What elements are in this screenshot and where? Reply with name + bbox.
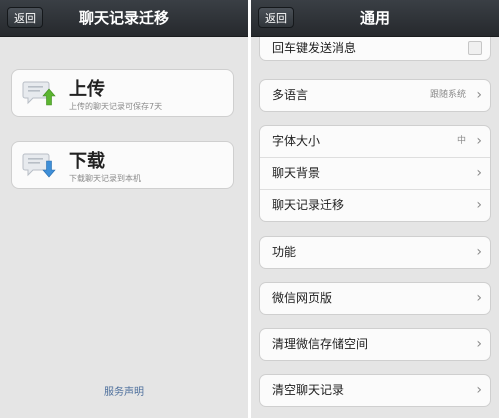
setting-row-language[interactable]: 多语言 跟随系统 ›: [260, 80, 490, 111]
download-button[interactable]: 下载 下载聊天记录到本机: [11, 141, 234, 189]
setting-row-clear-history[interactable]: 清空聊天记录 ›: [260, 375, 490, 406]
setting-label: 字体大小: [272, 134, 321, 148]
setting-value: 跟随系统: [429, 90, 466, 100]
setting-value: 中: [456, 136, 466, 146]
chevron-right-icon: ›: [476, 87, 482, 103]
checkbox-icon[interactable]: [468, 41, 482, 55]
setting-label: 清理微信存储空间: [272, 337, 369, 351]
settings-group-history: 清空聊天记录 ›: [259, 374, 491, 407]
chevron-right-icon: ›: [476, 197, 482, 213]
setting-label: 聊天背景: [272, 166, 321, 180]
service-statement-link[interactable]: 服务声明: [0, 383, 248, 398]
setting-label: 聊天记录迁移: [272, 198, 345, 212]
upload-button[interactable]: 上传 上传的聊天记录可保存7天: [11, 69, 234, 117]
setting-row-web-version[interactable]: 微信网页版 ›: [260, 283, 490, 314]
upload-chat-icon: [22, 81, 56, 106]
settings-group-language: 多语言 跟随系统 ›: [259, 79, 491, 112]
download-description: 下载聊天记录到本机: [69, 174, 141, 183]
back-button[interactable]: 返回: [7, 7, 43, 28]
setting-row-features[interactable]: 功能 ›: [260, 237, 490, 268]
chevron-right-icon: ›: [476, 133, 482, 149]
setting-label: 微信网页版: [272, 291, 333, 305]
settings-group-display: 字体大小 中 › 聊天背景 › 聊天记录迁移 ›: [259, 125, 491, 222]
title-bar: 返回 聊天记录迁移: [0, 0, 248, 37]
setting-row-chat-background[interactable]: 聊天背景 ›: [260, 157, 490, 189]
upload-description: 上传的聊天记录可保存7天: [69, 102, 163, 111]
upload-title: 上传: [69, 79, 105, 100]
chevron-right-icon: ›: [476, 382, 482, 398]
settings-group-features: 功能 ›: [259, 236, 491, 269]
back-button[interactable]: 返回: [258, 7, 294, 28]
title-bar: 返回 通用: [251, 0, 499, 37]
setting-row-font-size[interactable]: 字体大小 中 ›: [260, 126, 490, 157]
download-title: 下载: [69, 151, 105, 172]
download-chat-icon: [22, 153, 56, 178]
setting-row-chat-migration[interactable]: 聊天记录迁移 ›: [260, 189, 490, 221]
settings-group-web: 微信网页版 ›: [259, 282, 491, 315]
setting-label: 功能: [272, 245, 297, 259]
chevron-right-icon: ›: [476, 165, 482, 181]
chevron-right-icon: ›: [476, 244, 482, 260]
settings-group-storage: 清理微信存储空间 ›: [259, 328, 491, 361]
setting-label: 多语言: [272, 88, 309, 102]
chevron-right-icon: ›: [476, 290, 482, 306]
chevron-right-icon: ›: [476, 336, 482, 352]
chat-migration-screen: 返回 聊天记录迁移 上传 上传的聊天记录可保存7天 下载 下载聊天记录到本机 服…: [0, 0, 248, 418]
setting-row-clean-storage[interactable]: 清理微信存储空间 ›: [260, 329, 490, 360]
general-settings-screen: 回车键发送消息 返回 通用 多语言 跟随系统 › 字体大小 中 › 聊天背景 ›…: [251, 0, 499, 418]
setting-label: 清空聊天记录: [272, 383, 345, 397]
